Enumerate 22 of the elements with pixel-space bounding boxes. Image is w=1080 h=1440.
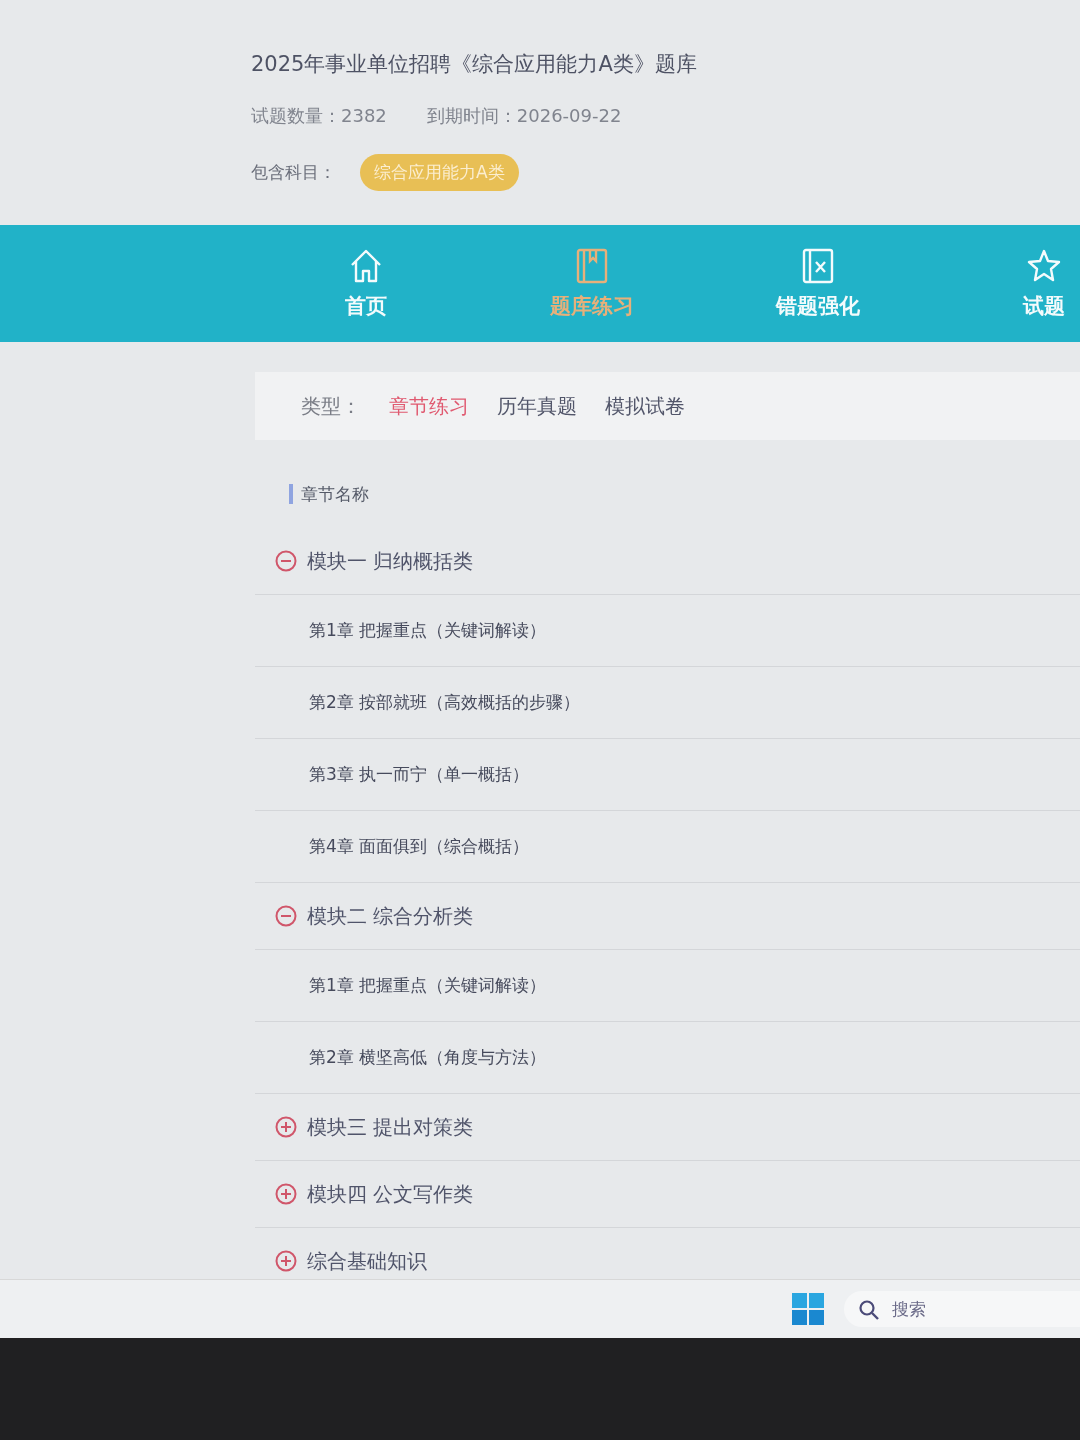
module-item[interactable]: 模块一 归纳概括类 — [275, 547, 474, 575]
chapter-item[interactable]: 第1章 把握重点（关键词解读） — [309, 974, 547, 997]
type-tab[interactable]: 章节练习 — [389, 392, 469, 420]
section-title: 章节名称 — [301, 482, 369, 506]
expiry-text: 到期时间：2026-09-22 — [426, 104, 622, 128]
subject-tag: 综合应用能力A类 — [360, 154, 519, 191]
subjects-label: 包含科目： — [251, 161, 336, 184]
module-item[interactable]: 模块四 公文写作类 — [275, 1180, 474, 1208]
filter-label: 类型： — [301, 392, 361, 420]
type-tab[interactable]: 模拟试卷 — [605, 392, 685, 420]
count-text: 试题数量：2382 — [251, 104, 387, 128]
module-item[interactable]: 模块三 提出对策类 — [275, 1113, 474, 1141]
search-field[interactable]: 搜索 — [844, 1291, 1080, 1327]
chapter-item[interactable]: 第4章 面面俱到（综合概括） — [309, 835, 530, 858]
chapter-item[interactable]: 第2章 按部就班（高效概括的步骤） — [309, 691, 581, 714]
bank-title: 2025年事业单位招聘《综合应用能力A类》题库 — [251, 51, 698, 78]
type-tab[interactable]: 历年真题 — [497, 392, 577, 420]
chapter-item[interactable]: 第3章 执一而宁（单一概括） — [309, 763, 530, 786]
chapter-item[interactable]: 第2章 横坚高低（角度与方法） — [309, 1046, 547, 1069]
chapter-item[interactable]: 第1章 把握重点（关键词解读） — [309, 619, 547, 642]
module-item[interactable]: 综合基础知识 — [275, 1247, 427, 1275]
module-item[interactable]: 模块二 综合分析类 — [275, 902, 474, 930]
